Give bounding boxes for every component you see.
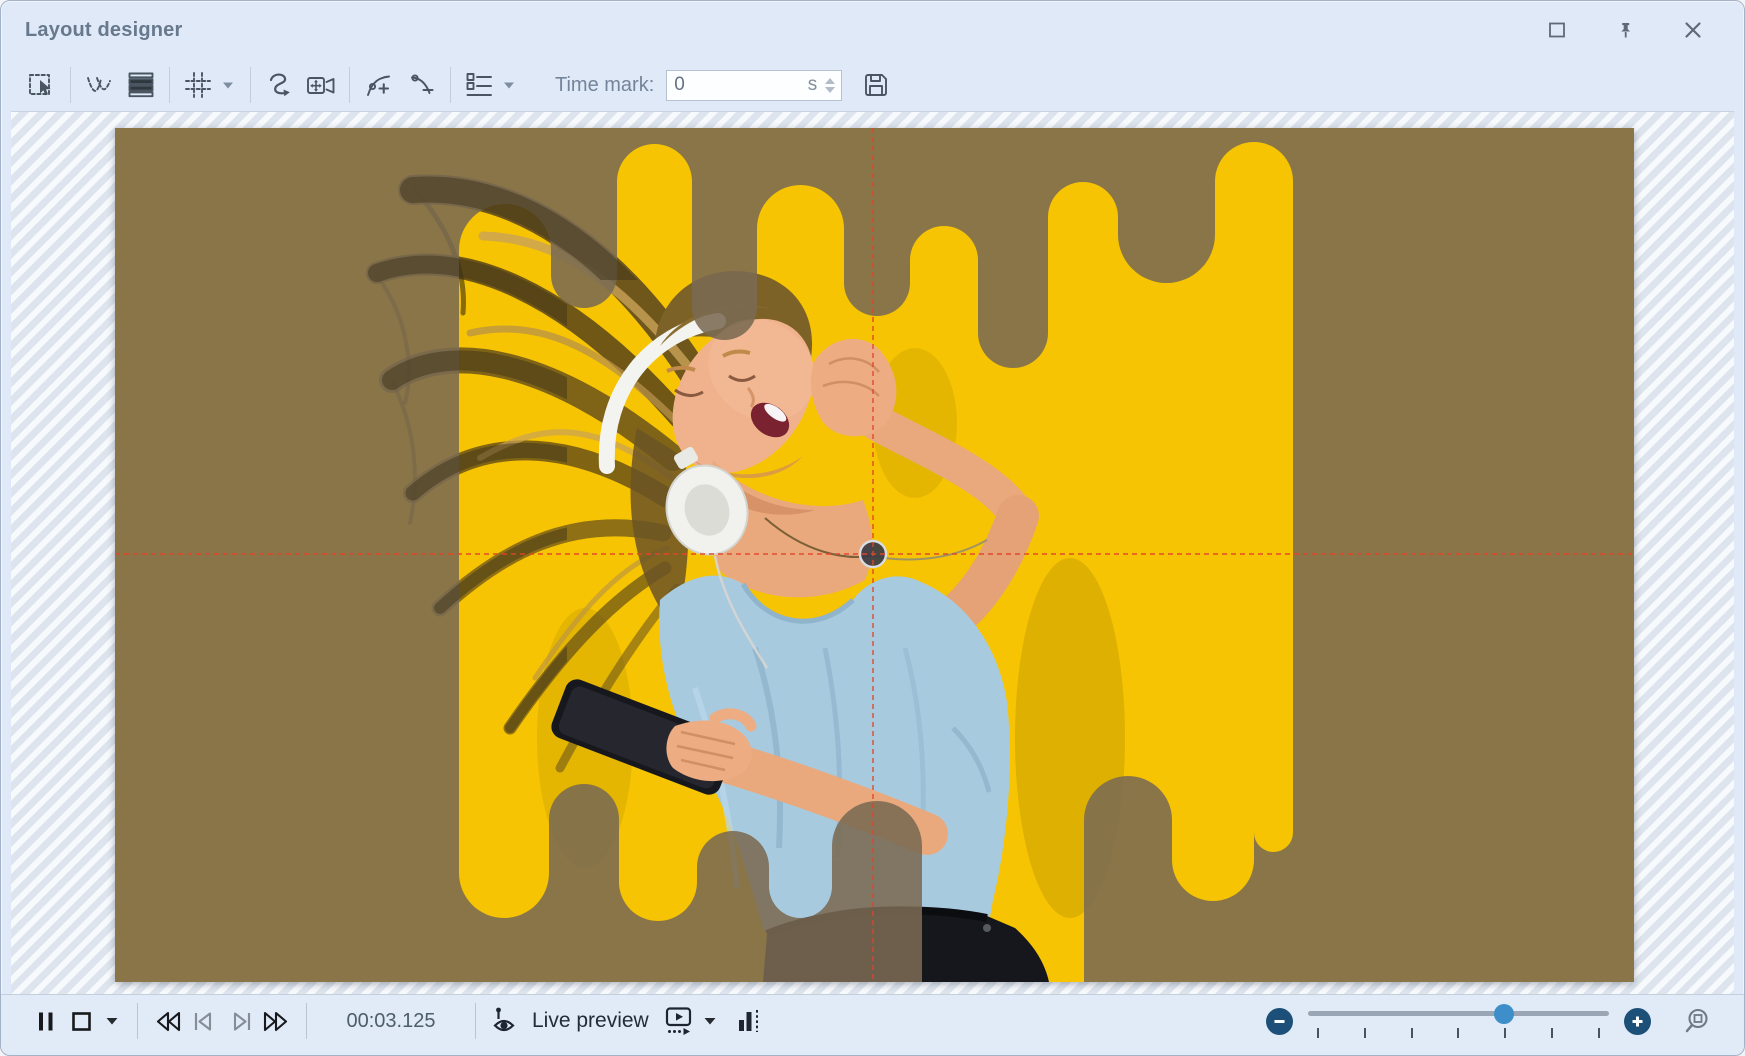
time-mark-spinner[interactable]: [825, 78, 841, 93]
live-preview-eye-icon: [492, 1006, 520, 1036]
playback-separator: [475, 1003, 476, 1039]
chevron-down-icon: [703, 1016, 717, 1026]
remove-point-icon: [407, 70, 437, 100]
close-button[interactable]: [1682, 19, 1704, 41]
time-mark-label: Time mark:: [555, 74, 654, 97]
toolbar-separator: [450, 67, 451, 103]
zoom-out-button[interactable]: [1266, 1008, 1293, 1035]
select-tool-button[interactable]: [24, 67, 60, 103]
playback-bar: 00:03.125 Live preview: [1, 994, 1744, 1055]
zoom-in-button[interactable]: [1624, 1008, 1651, 1035]
zoom-slider-ticks: [1317, 1028, 1600, 1038]
layers-icon: [126, 70, 156, 100]
zoom-slider-thumb[interactable]: [1494, 1004, 1514, 1024]
close-icon: [1683, 20, 1703, 40]
toolbar-separator: [169, 67, 170, 103]
layer-list-options-dropdown[interactable]: [497, 67, 521, 103]
zoom-slider-track[interactable]: [1308, 1011, 1609, 1016]
layout-preview-image[interactable]: [115, 128, 1634, 982]
rewind-button[interactable]: [150, 1003, 186, 1039]
zoom-fit-icon: [1683, 1006, 1713, 1036]
pin-button[interactable]: [1614, 19, 1636, 41]
pan-camera-button[interactable]: [303, 67, 339, 103]
live-preview-toggle[interactable]: [488, 1003, 524, 1039]
pan-camera-icon: [305, 70, 337, 100]
time-mark-field: s: [666, 70, 842, 101]
playback-time: 00:03.125: [327, 1010, 455, 1033]
grid-icon: [183, 70, 213, 100]
playback-options-dropdown[interactable]: [99, 1003, 125, 1039]
spinner-up-icon[interactable]: [825, 78, 835, 84]
toolbar-separator: [250, 67, 251, 103]
toolbar: Time mark: s: [11, 59, 1734, 112]
window-controls: [1546, 1, 1704, 59]
chevron-down-icon: [221, 80, 235, 90]
remove-point-button[interactable]: [404, 67, 440, 103]
fast-forward-icon: [260, 1006, 292, 1037]
grid-button[interactable]: [180, 67, 216, 103]
chevron-down-icon: [502, 80, 516, 90]
rewind-icon: [152, 1006, 184, 1037]
next-frame-button[interactable]: [222, 1003, 258, 1039]
plus-icon: [1631, 1015, 1644, 1028]
spinner-down-icon[interactable]: [825, 87, 835, 93]
previous-frame-button[interactable]: [186, 1003, 222, 1039]
canvas-area[interactable]: [11, 112, 1734, 994]
statistics-icon: [735, 1006, 763, 1036]
statistics-button[interactable]: [731, 1003, 767, 1039]
stop-button[interactable]: [63, 1003, 99, 1039]
select-tool-icon: [27, 70, 57, 100]
playback-separator: [306, 1003, 307, 1039]
titlebar: Layout designer: [1, 1, 1744, 59]
zoom-fit-button[interactable]: [1680, 1003, 1716, 1039]
playback-separator: [137, 1003, 138, 1039]
maximize-icon: [1547, 20, 1567, 40]
add-point-icon: [363, 70, 393, 100]
pin-icon: [1615, 20, 1635, 40]
toolbar-separator: [70, 67, 71, 103]
time-mark-input[interactable]: [674, 74, 804, 96]
preview-window-icon: [664, 1005, 694, 1037]
save-button[interactable]: [858, 67, 894, 103]
window-title: Layout designer: [25, 19, 182, 42]
zoom-slider[interactable]: [1308, 1004, 1609, 1038]
preview-window-button[interactable]: [661, 1003, 697, 1039]
zoom-controls: [1266, 1003, 1716, 1039]
time-mark-unit: s: [804, 74, 826, 96]
curve-icon: [264, 70, 294, 100]
toolbar-separator: [349, 67, 350, 103]
curve-tool-button[interactable]: [261, 67, 297, 103]
save-icon: [861, 70, 891, 100]
node-select-button[interactable]: [81, 67, 117, 103]
minus-icon: [1273, 1015, 1286, 1028]
preview-options-dropdown[interactable]: [697, 1003, 723, 1039]
chevron-down-icon: [105, 1016, 119, 1026]
pause-icon: [30, 1006, 61, 1037]
pause-button[interactable]: [27, 1003, 63, 1039]
grid-options-dropdown[interactable]: [216, 67, 240, 103]
fast-forward-button[interactable]: [258, 1003, 294, 1039]
stop-icon: [66, 1006, 97, 1037]
photo-scene: [115, 128, 1634, 982]
layout-designer-window: Layout designer: [0, 0, 1745, 1056]
layers-button[interactable]: [123, 67, 159, 103]
layer-list-icon: [464, 70, 494, 100]
next-frame-icon: [225, 1006, 256, 1037]
add-point-button[interactable]: [360, 67, 396, 103]
maximize-button[interactable]: [1546, 19, 1568, 41]
live-preview-label: Live preview: [532, 1009, 649, 1033]
layer-list-button[interactable]: [461, 67, 497, 103]
previous-frame-icon: [189, 1006, 220, 1037]
node-select-icon: [84, 70, 114, 100]
